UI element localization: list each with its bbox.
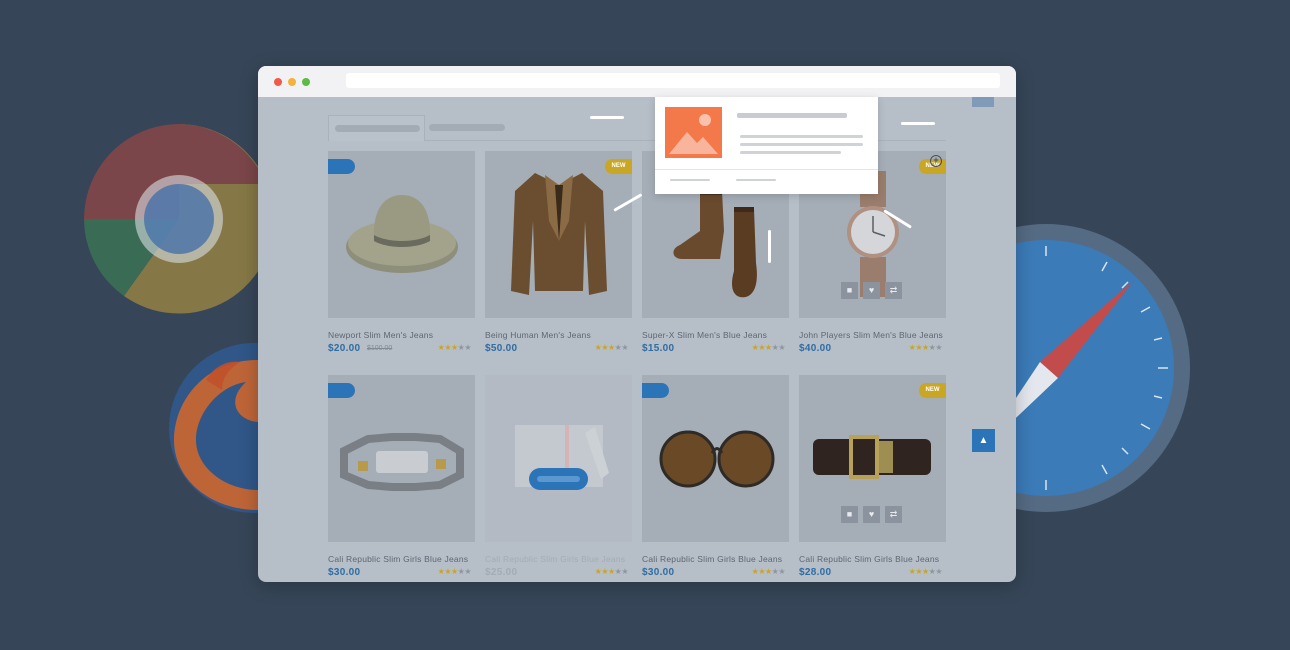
bag-image [515,425,609,487]
tab-label-placeholder [429,124,505,131]
sale-badge [328,383,355,398]
close-dot[interactable] [274,78,282,86]
tab-active[interactable] [328,115,425,141]
shuffle-icon[interactable]: ⇄ [885,282,902,299]
product-actions: ■ ♥ ⇄ [841,282,904,299]
popup-text-line [740,151,841,154]
product-image[interactable] [642,375,789,542]
chevron-up-icon[interactable]: ▲ [972,429,995,452]
product-image[interactable] [328,151,475,318]
product-image[interactable] [485,375,632,542]
safari-compass-icon [1000,224,1190,512]
rating-stars: ★★★★★ [751,567,786,576]
popup-card [655,97,878,194]
jacket-image [511,173,607,295]
maximize-dot[interactable] [302,78,310,86]
new-badge: NEW [605,159,632,174]
product-price: $28.00 [799,567,832,578]
product-old-price: $100.00 [367,345,393,352]
product-image[interactable]: NEW ■ ♥ ⇄ [799,375,946,542]
product-card[interactable]: NEW Being Human Men's Jeans $50.00 ★★★★★ [485,151,632,354]
product-price: $30.00 [642,567,675,578]
product-card[interactable]: Cali Republic Slim Girls Blue Jeans $30.… [642,375,789,578]
product-price: $25.00 [485,567,518,578]
rating-stars: ★★★★★ [908,567,943,576]
product-image[interactable]: NEW [485,151,632,318]
sale-badge [642,383,669,398]
popup-title-placeholder [737,113,847,118]
popup-footer-line [670,179,710,181]
title-bar [258,66,1016,97]
product-price: $50.00 [485,343,518,354]
product-price: $20.00 [328,343,361,354]
product-name[interactable]: Super-X Slim Men's Blue Jeans [642,330,767,340]
product-image[interactable] [328,375,475,542]
address-bar[interactable] [346,73,1000,88]
image-placeholder-icon [665,107,722,158]
product-name[interactable]: Cali Republic Slim Girls Blue Jeans [328,554,468,564]
product-name[interactable]: Being Human Men's Jeans [485,330,591,340]
popup-text-line [740,135,863,138]
rating-stars: ★★★★★ [594,343,629,352]
product-card[interactable]: Newport Slim Men's Jeans $20.00 $100.00 … [328,151,475,354]
sale-badge [328,159,355,174]
product-price: $15.00 [642,343,675,354]
minimize-dot[interactable] [288,78,296,86]
decor-line [590,116,624,119]
product-name[interactable]: Newport Slim Men's Jeans [328,330,433,340]
heart-icon[interactable]: ♥ [863,282,880,299]
rating-stars: ★★★★★ [908,343,943,352]
tab-second[interactable] [429,115,509,141]
product-name[interactable]: Cali Republic Slim Girls Blue Jeans [799,554,939,564]
plus-circle-icon[interactable]: + [930,155,942,167]
lock-icon[interactable]: ■ [841,282,858,299]
product-name[interactable]: Cali Republic Slim Girls Blue Jeans [485,554,625,564]
lock-icon[interactable]: ■ [841,506,858,523]
product-card[interactable]: NEW ■ ♥ ⇄ Cali Republic Slim Girls Blue … [799,375,946,578]
sunglasses-image [659,430,775,488]
popup-divider [655,169,878,170]
quick-view-button[interactable] [529,468,588,490]
product-price: $30.00 [328,567,361,578]
product-card[interactable]: Cali Republic Slim Girls Blue Jeans $25.… [485,375,632,578]
chrome-logo-icon [84,124,274,314]
product-price: $40.00 [799,343,832,354]
hat-image [346,195,458,273]
tab-label-placeholder [335,125,420,132]
heart-icon[interactable]: ♥ [863,506,880,523]
product-name[interactable]: Cali Republic Slim Girls Blue Jeans [642,554,782,564]
decor-line [901,122,935,125]
product-card[interactable]: Cali Republic Slim Girls Blue Jeans $30.… [328,375,475,578]
product-name[interactable]: John Players Slim Men's Blue Jeans [799,330,943,340]
rating-stars: ★★★★★ [437,567,472,576]
top-right-button[interactable] [972,97,994,107]
popup-footer-line [736,179,776,181]
rating-stars: ★★★★★ [594,567,629,576]
product-actions: ■ ♥ ⇄ [841,506,904,523]
shuffle-icon[interactable]: ⇄ [885,506,902,523]
new-badge: NEW [919,383,946,398]
bracelet-image [340,433,464,491]
popup-text-line [740,143,863,146]
rating-stars: ★★★★★ [751,343,786,352]
decor-line [768,230,771,263]
rating-stars: ★★★★★ [437,343,472,352]
browser-window: Newport Slim Men's Jeans $20.00 $100.00 … [258,66,1016,582]
